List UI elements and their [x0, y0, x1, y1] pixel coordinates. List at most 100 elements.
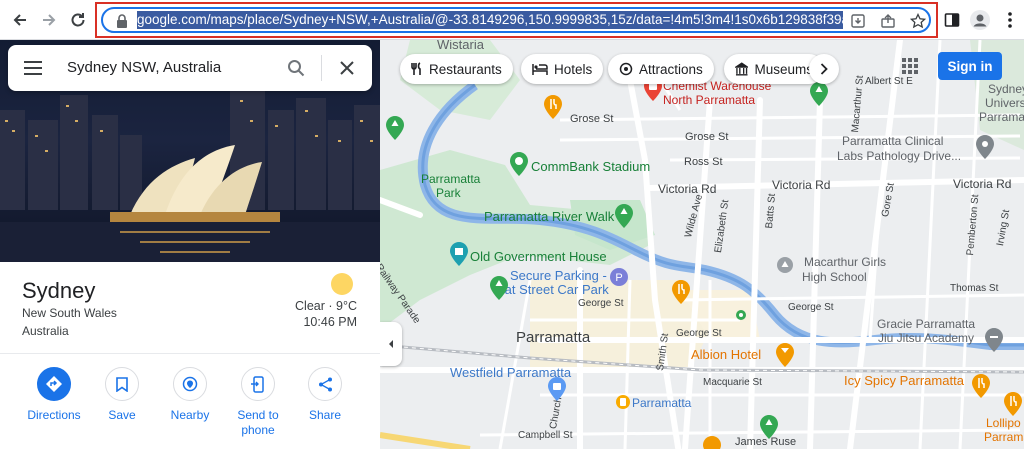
- directions-button[interactable]: Directions: [21, 367, 87, 423]
- nearby-circle[interactable]: [173, 367, 207, 401]
- map-label-wistaria[interactable]: Wistaria: [437, 40, 484, 52]
- road-label: Ross St: [684, 156, 723, 168]
- map-label-north-parramatta[interactable]: North Parramatta: [663, 93, 755, 107]
- chip-restaurants[interactable]: Restaurants: [400, 54, 513, 84]
- share-circle[interactable]: [308, 367, 342, 401]
- map-label-lollipo-2[interactable]: Parrama: [984, 430, 1024, 444]
- browser-toolbar: google.com/maps/place/Sydney+NSW,+Austra…: [0, 0, 1024, 40]
- forward-button[interactable]: [37, 8, 61, 32]
- road-label: Macquarie St: [703, 377, 762, 388]
- chips-next-button[interactable]: [809, 54, 839, 84]
- share-page-icon[interactable]: [879, 12, 897, 30]
- park-pin-icon[interactable]: [810, 82, 828, 106]
- browser-menu-button[interactable]: [998, 8, 1022, 32]
- school-pin-icon[interactable]: [776, 256, 794, 280]
- parking-pin-icon[interactable]: P: [610, 268, 628, 292]
- road-label: Campbell St: [518, 430, 573, 441]
- action-label: Send to phone: [237, 408, 279, 437]
- transit-dot-icon[interactable]: [736, 310, 746, 320]
- museum-pin-icon[interactable]: [450, 242, 468, 266]
- map-label-eat-street-car-park[interactable]: Eat Street Car Park: [496, 282, 609, 297]
- address-bar[interactable]: google.com/maps/place/Sydney+NSW,+Austra…: [101, 7, 931, 33]
- bar-pin-icon[interactable]: [776, 343, 794, 367]
- map-label-sydney-uni-2[interactable]: Univers: [985, 96, 1024, 110]
- send-to-phone-circle[interactable]: [241, 367, 275, 401]
- weather-text: Clear · 9°C: [295, 299, 357, 313]
- map-label-macarthur-girls[interactable]: Macarthur Girls: [804, 255, 886, 269]
- reload-button[interactable]: [66, 8, 90, 32]
- road-label: Grose St: [685, 131, 729, 143]
- park-pin-icon[interactable]: [490, 276, 508, 300]
- map-label-clinical-labs-2[interactable]: Labs Pathology Drive...: [837, 149, 961, 163]
- nearby-button[interactable]: Nearby: [157, 367, 223, 423]
- chip-hotels[interactable]: Hotels: [521, 54, 604, 84]
- map-label-parramatta-park[interactable]: Parramatta: [421, 172, 480, 186]
- stadium-pin-icon[interactable]: [510, 152, 528, 176]
- map-label-albion-hotel[interactable]: Albion Hotel: [691, 347, 761, 362]
- search-input[interactable]: Sydney NSW, Australia: [67, 59, 221, 76]
- restaurant-pin-icon[interactable]: [972, 374, 990, 398]
- shopping-bag-pin-icon[interactable]: [548, 377, 566, 401]
- sign-in-button[interactable]: Sign in: [938, 52, 1002, 80]
- restaurant-pin-icon[interactable]: [703, 436, 721, 449]
- map-label-gracie-parramatta[interactable]: Gracie Parramatta: [877, 317, 975, 331]
- search-box[interactable]: Sydney NSW, Australia: [8, 45, 372, 91]
- save-circle[interactable]: [105, 367, 139, 401]
- sun-icon: [331, 273, 353, 295]
- map-label-parramatta-station[interactable]: Parramatta: [632, 396, 691, 410]
- park-pin-icon[interactable]: [615, 204, 633, 228]
- restaurant-pin-icon[interactable]: [1004, 392, 1022, 416]
- clinic-pin-icon[interactable]: [976, 135, 994, 159]
- collapse-panel-button[interactable]: [380, 322, 402, 366]
- lock-icon[interactable]: [113, 12, 131, 30]
- restaurant-pin-icon[interactable]: [544, 95, 562, 119]
- chip-label: Attractions: [639, 61, 703, 77]
- bookmark-icon: [116, 376, 128, 392]
- phone-icon: [251, 375, 264, 393]
- map-label-high-school[interactable]: High School: [802, 270, 867, 284]
- road-label: Grose St: [570, 113, 614, 125]
- chip-label: Restaurants: [429, 61, 502, 77]
- map-label-icy-spicy[interactable]: Icy Spicy Parramatta: [844, 373, 964, 388]
- park-pin-icon[interactable]: [386, 116, 404, 140]
- bookmark-star-icon[interactable]: [909, 12, 927, 30]
- apps-grid-icon[interactable]: [898, 54, 922, 78]
- directions-circle[interactable]: [37, 367, 71, 401]
- map-label-sydney-uni[interactable]: Sydney: [988, 82, 1024, 96]
- map-label-lollipo[interactable]: Lollipo: [986, 416, 1021, 430]
- map-canvas[interactable]: Wistaria Chemist Warehouse North Parrama…: [380, 40, 1024, 449]
- search-icon[interactable]: [287, 59, 305, 77]
- road-label: Victoria Rd: [658, 182, 717, 196]
- road-label: George St: [676, 328, 722, 339]
- chip-attractions[interactable]: Attractions: [608, 54, 714, 84]
- restaurant-pin-icon[interactable]: [672, 280, 690, 304]
- divider: [0, 353, 380, 354]
- map-label-clinical-labs[interactable]: Parramatta Clinical: [842, 134, 943, 148]
- road-label: George St: [578, 298, 624, 309]
- side-panel-button[interactable]: [940, 8, 964, 32]
- hamburger-menu-icon[interactable]: [24, 61, 42, 75]
- save-button[interactable]: Save: [89, 367, 155, 423]
- map-label-parramatta[interactable]: Parramatta: [516, 329, 590, 346]
- profile-button[interactable]: [968, 8, 992, 32]
- map-label-secure-parking[interactable]: Secure Parking -: [510, 268, 607, 283]
- send-to-phone-button[interactable]: Send to phone: [225, 367, 291, 438]
- url-text[interactable]: google.com/maps/place/Sydney+NSW,+Austra…: [137, 11, 843, 29]
- map-label-jiu-jitsu-academy[interactable]: Jiu Jitsu Academy: [878, 331, 974, 345]
- action-label: Save: [108, 408, 136, 422]
- side-panel-icon: [944, 13, 960, 27]
- back-button[interactable]: [8, 8, 32, 32]
- gym-pin-icon[interactable]: [985, 328, 1003, 352]
- map-label-parramatta-park-2[interactable]: Park: [436, 186, 461, 200]
- install-app-icon[interactable]: [849, 12, 867, 30]
- park-pin-icon[interactable]: [760, 415, 778, 439]
- address-bar-highlight: google.com/maps/place/Sydney+NSW,+Austra…: [95, 2, 938, 38]
- avatar: [970, 10, 990, 30]
- share-button[interactable]: Share: [292, 367, 358, 423]
- map-label-parramatta-river-walk[interactable]: Parramatta River Walk: [484, 209, 614, 224]
- map-label-old-government-house[interactable]: Old Government House: [470, 249, 607, 264]
- map-label-commbank-stadium[interactable]: CommBank Stadium: [531, 159, 650, 174]
- train-station-icon[interactable]: [616, 395, 630, 409]
- close-icon[interactable]: [339, 60, 355, 76]
- map-label-sydney-uni-3[interactable]: Parramatta: [979, 110, 1024, 124]
